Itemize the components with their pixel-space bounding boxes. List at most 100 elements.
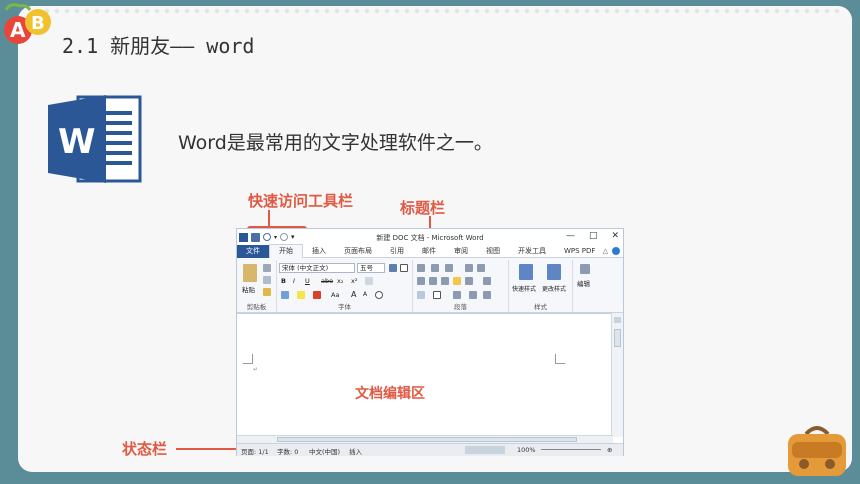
tab-references[interactable]: 引用: [381, 245, 413, 258]
line-spacing-icon[interactable]: [483, 277, 491, 285]
title-bar: ▾ ▾ 新建 DOC 文档 - Microsoft Word — □ ✕: [237, 229, 623, 245]
font-size-select[interactable]: 五号: [357, 263, 385, 273]
change-case-button[interactable]: Aa: [331, 291, 339, 299]
enclose-char-icon[interactable]: [375, 291, 383, 299]
svg-text:W: W: [58, 122, 96, 162]
status-word-count[interactable]: 字数: 0: [277, 446, 298, 456]
close-button[interactable]: ✕: [611, 231, 619, 241]
minimize-ribbon-icon[interactable]: △: [603, 247, 608, 255]
align-center-icon[interactable]: [429, 277, 437, 285]
group-label-styles: 样式: [534, 303, 547, 311]
status-insert-mode[interactable]: 插入: [349, 446, 362, 456]
clear-format-icon[interactable]: [365, 277, 373, 285]
zoom-level[interactable]: 100%: [517, 446, 536, 454]
scroll-thumb[interactable]: [614, 329, 621, 347]
quick-styles-label[interactable]: 快速样式: [512, 284, 536, 293]
paragraph-mark: ↵: [253, 366, 259, 373]
paste-icon[interactable]: [243, 264, 257, 282]
ribbon-tabs: 文件 开始 插入 页面布局 引用 邮件 审阅 视图 开发工具 WPS PDF: [237, 244, 623, 258]
underline-button[interactable]: U: [305, 277, 310, 285]
vertical-scrollbar[interactable]: [611, 313, 623, 437]
tab-home[interactable]: 开始: [269, 244, 303, 258]
phonetic-guide-icon[interactable]: [389, 264, 397, 272]
bold-button[interactable]: B: [281, 277, 286, 285]
view-buttons[interactable]: [465, 446, 505, 454]
distributed-icon[interactable]: [465, 277, 473, 285]
tab-view[interactable]: 视图: [477, 245, 509, 258]
shading-icon[interactable]: [417, 291, 425, 299]
group-editing: 编辑: [573, 260, 597, 312]
align-right-icon[interactable]: [441, 277, 449, 285]
group-paragraph: 段落: [413, 260, 509, 312]
logo-letter-b: B: [31, 13, 45, 34]
pointer-status-bar: [176, 448, 238, 450]
shrink-font-button[interactable]: A: [363, 291, 367, 298]
minimize-button[interactable]: —: [566, 231, 575, 241]
numbering-icon[interactable]: [431, 264, 439, 272]
cut-icon[interactable]: [263, 264, 271, 272]
horizontal-scrollbar[interactable]: [237, 435, 613, 443]
sort-icon[interactable]: [469, 291, 477, 299]
font-name-select[interactable]: 宋体 (中文正文): [279, 263, 355, 273]
margin-mark-right: [555, 354, 565, 364]
ribbon-tab-icons: △: [603, 247, 620, 255]
tab-insert[interactable]: 插入: [303, 245, 335, 258]
group-font: 宋体 (中文正文) 五号 B I U abe x₂ x² Aa A A 字体: [277, 260, 413, 312]
justify-icon[interactable]: [453, 277, 461, 285]
tab-review[interactable]: 审阅: [445, 245, 477, 258]
change-styles-label[interactable]: 更改样式: [542, 284, 566, 293]
margin-mark-left: [243, 354, 253, 364]
h-scroll-thumb[interactable]: [277, 437, 577, 442]
char-border-icon[interactable]: [400, 264, 408, 272]
editing-label[interactable]: 编辑: [577, 278, 590, 288]
label-quick-access: 快速访问工具栏: [248, 192, 354, 210]
strikethrough-button[interactable]: abe: [321, 277, 333, 285]
grow-font-button[interactable]: A: [351, 290, 356, 299]
subtitle-text: Word是最常用的文字处理软件之一。: [178, 132, 493, 154]
tab-file[interactable]: 文件: [237, 244, 269, 258]
highlight-icon[interactable]: [297, 291, 305, 299]
format-painter-icon[interactable]: [263, 288, 271, 296]
logo-letter-a: A: [10, 18, 26, 42]
borders-icon[interactable]: [433, 291, 441, 299]
label-doc-area: 文档编辑区: [355, 386, 425, 402]
ab-logo-icon: A B: [4, 3, 51, 44]
increase-indent-icon[interactable]: [477, 264, 485, 272]
tab-mailings[interactable]: 邮件: [413, 245, 445, 258]
text-effect-icon[interactable]: [281, 291, 289, 299]
chinese-layout-icon[interactable]: [453, 291, 461, 299]
status-bar: 页面: 1/1 字数: 0 中文(中国) 插入 100% ⊕: [237, 443, 623, 456]
multilevel-list-icon[interactable]: [445, 264, 453, 272]
document-editing-area[interactable]: ↵: [237, 313, 613, 437]
copy-icon[interactable]: [263, 276, 271, 284]
superscript-button[interactable]: x²: [351, 277, 357, 285]
change-styles-icon[interactable]: [547, 264, 561, 280]
show-marks-icon[interactable]: [483, 291, 491, 299]
tab-developer[interactable]: 开发工具: [509, 245, 555, 258]
label-status-bar: 状态栏: [122, 440, 168, 458]
status-page[interactable]: 页面: 1/1: [241, 446, 269, 456]
tab-page-layout[interactable]: 页面布局: [335, 245, 381, 258]
maximize-button[interactable]: □: [589, 231, 598, 241]
help-icon[interactable]: [612, 247, 620, 255]
status-language[interactable]: 中文(中国): [309, 446, 340, 456]
font-color-icon[interactable]: [313, 291, 321, 299]
subscript-button[interactable]: x₂: [337, 277, 343, 285]
zoom-in-icon[interactable]: ⊕: [607, 446, 612, 454]
ruler-toggle-icon[interactable]: [614, 317, 621, 323]
find-icon[interactable]: [580, 264, 590, 274]
binder-dots: [44, 6, 844, 18]
school-bag-icon: [788, 426, 846, 476]
align-left-icon[interactable]: [417, 277, 425, 285]
italic-button[interactable]: I: [293, 277, 295, 285]
page-title: 2.1 新朋友—— word: [62, 34, 255, 58]
decrease-indent-icon[interactable]: [465, 264, 473, 272]
window-controls: — □ ✕: [566, 231, 619, 241]
word-window: ▾ ▾ 新建 DOC 文档 - Microsoft Word — □ ✕ 文件 …: [236, 228, 624, 456]
word-logo-icon: W: [48, 95, 142, 183]
tab-wps-pdf[interactable]: WPS PDF: [555, 245, 604, 258]
bullets-icon[interactable]: [417, 264, 425, 272]
paste-label[interactable]: 粘贴: [242, 284, 255, 294]
quick-styles-icon[interactable]: [519, 264, 533, 280]
zoom-slider[interactable]: [541, 449, 601, 450]
